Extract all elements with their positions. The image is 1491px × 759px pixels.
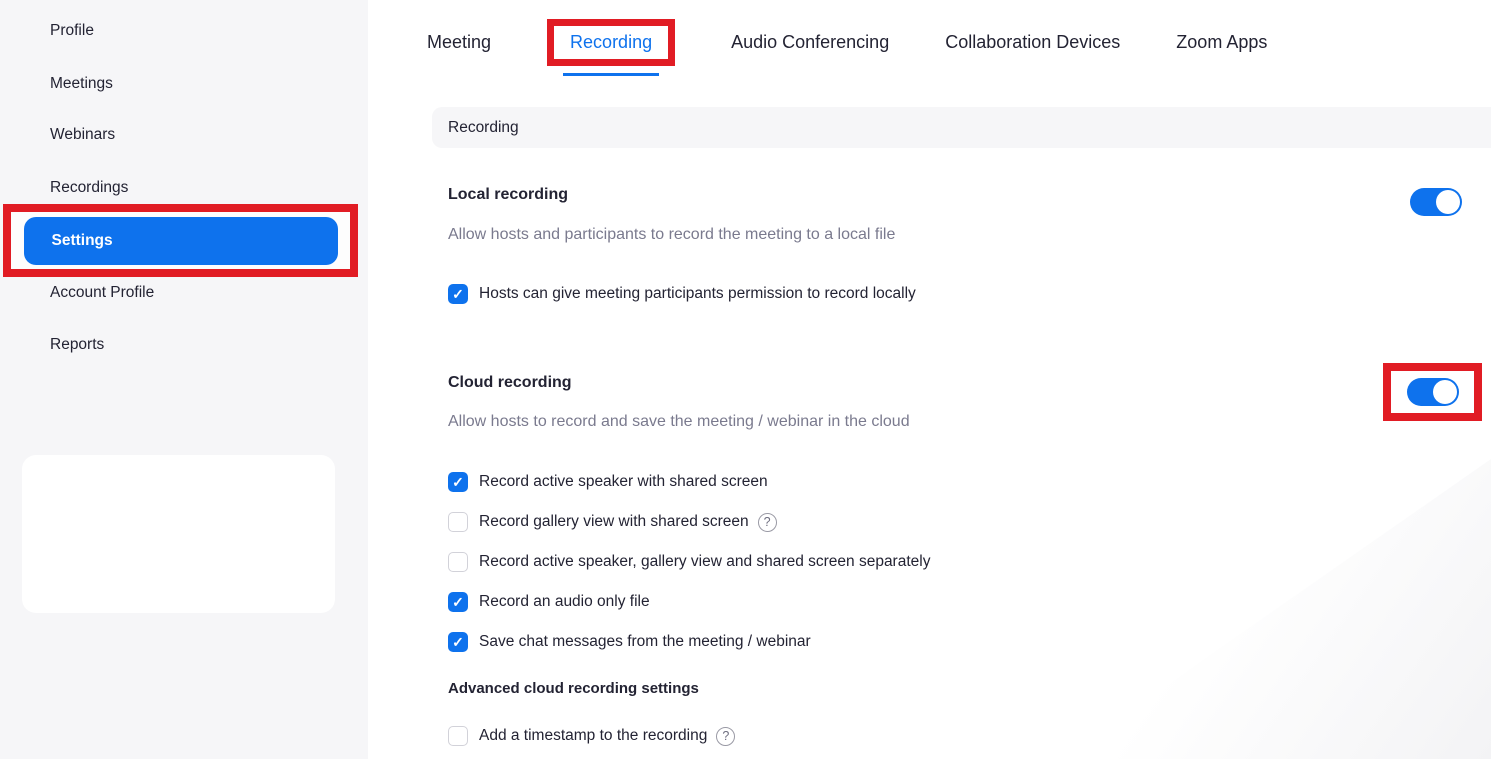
checkbox-checked-icon[interactable]: ✓ <box>448 592 468 612</box>
sidebar-item-account-profile[interactable]: Account Profile <box>50 284 154 302</box>
toggle-knob <box>1433 380 1457 404</box>
sidebar-item-meetings[interactable]: Meetings <box>50 75 113 93</box>
option-label: Record an audio only file <box>479 593 650 611</box>
background-swoosh <box>1061 459 1491 759</box>
sidebar-item-profile[interactable]: Profile <box>50 22 94 40</box>
settings-main-panel: Meeting Recording Audio Conferencing Col… <box>368 0 1491 759</box>
checkbox-checked-icon[interactable]: ✓ <box>448 632 468 652</box>
check-icon: ✓ <box>452 595 464 609</box>
option-label: Add a timestamp to the recording <box>479 727 707 745</box>
help-links-card: Attend Live Training Video Tutorials Kno… <box>22 455 335 613</box>
check-icon: ✓ <box>452 635 464 649</box>
cloud-recording-title: Cloud recording <box>448 374 572 392</box>
cloud-recording-toggle[interactable] <box>1407 378 1459 406</box>
help-icon[interactable]: ? <box>716 727 735 746</box>
option-label: Save chat messages from the meeting / we… <box>479 633 811 651</box>
section-header-label: Recording <box>448 119 519 137</box>
local-recording-toggle[interactable] <box>1410 188 1462 216</box>
local-recording-description: Allow hosts and participants to record t… <box>448 226 895 244</box>
tab-recording[interactable]: Recording <box>570 32 652 53</box>
sidebar-item-recordings[interactable]: Recordings <box>50 179 128 197</box>
sidebar-item-reports[interactable]: Reports <box>50 336 104 354</box>
annotation-box-cloud-toggle <box>1383 363 1482 421</box>
option-label: Record gallery view with shared screen <box>479 513 749 531</box>
active-tab-underline <box>563 73 659 76</box>
toggle-knob <box>1436 190 1460 214</box>
tab-collaboration-devices[interactable]: Collaboration Devices <box>945 32 1120 53</box>
settings-tab-bar: Meeting Recording Audio Conferencing Col… <box>427 0 1267 84</box>
option-label: Record active speaker, gallery view and … <box>479 553 930 571</box>
sidebar: Profile Meetings Webinars Recordings Set… <box>0 0 368 759</box>
option-add-timestamp[interactable]: Add a timestamp to the recording ? <box>448 716 735 756</box>
sidebar-item-settings[interactable]: Settings <box>24 217 338 265</box>
check-icon: ✓ <box>452 475 464 489</box>
check-icon: ✓ <box>452 287 464 301</box>
advanced-cloud-settings-label: Advanced cloud recording settings <box>448 680 699 697</box>
annotation-box-settings: Settings <box>3 204 358 277</box>
tab-audio-conferencing[interactable]: Audio Conferencing <box>731 32 889 53</box>
tab-zoom-apps[interactable]: Zoom Apps <box>1176 32 1267 53</box>
checkbox-unchecked-icon[interactable] <box>448 552 468 572</box>
option-label: Record active speaker with shared screen <box>479 473 768 491</box>
option-label: Hosts can give meeting participants perm… <box>479 285 916 303</box>
sidebar-item-webinars[interactable]: Webinars <box>50 126 115 144</box>
checkbox-checked-icon[interactable]: ✓ <box>448 472 468 492</box>
checkbox-unchecked-icon[interactable] <box>448 512 468 532</box>
option-hosts-permission-record-locally[interactable]: ✓ Hosts can give meeting participants pe… <box>448 274 916 314</box>
option-save-chat-messages[interactable]: ✓ Save chat messages from the meeting / … <box>448 622 811 662</box>
cloud-recording-description: Allow hosts to record and save the meeti… <box>448 413 910 431</box>
section-header-recording: Recording <box>432 107 1491 148</box>
option-record-separately[interactable]: Record active speaker, gallery view and … <box>448 542 930 582</box>
local-recording-title: Local recording <box>448 186 568 204</box>
annotation-box-recording-tab: Recording <box>547 19 675 66</box>
tab-meeting[interactable]: Meeting <box>427 32 491 53</box>
option-record-audio-only[interactable]: ✓ Record an audio only file <box>448 582 650 622</box>
option-record-active-speaker-shared-screen[interactable]: ✓ Record active speaker with shared scre… <box>448 462 768 502</box>
sidebar-item-settings-label: Settings <box>52 232 113 250</box>
checkbox-unchecked-icon[interactable] <box>448 726 468 746</box>
option-record-gallery-view-shared-screen[interactable]: Record gallery view with shared screen ? <box>448 502 777 542</box>
help-icon[interactable]: ? <box>758 513 777 532</box>
checkbox-checked-icon[interactable]: ✓ <box>448 284 468 304</box>
